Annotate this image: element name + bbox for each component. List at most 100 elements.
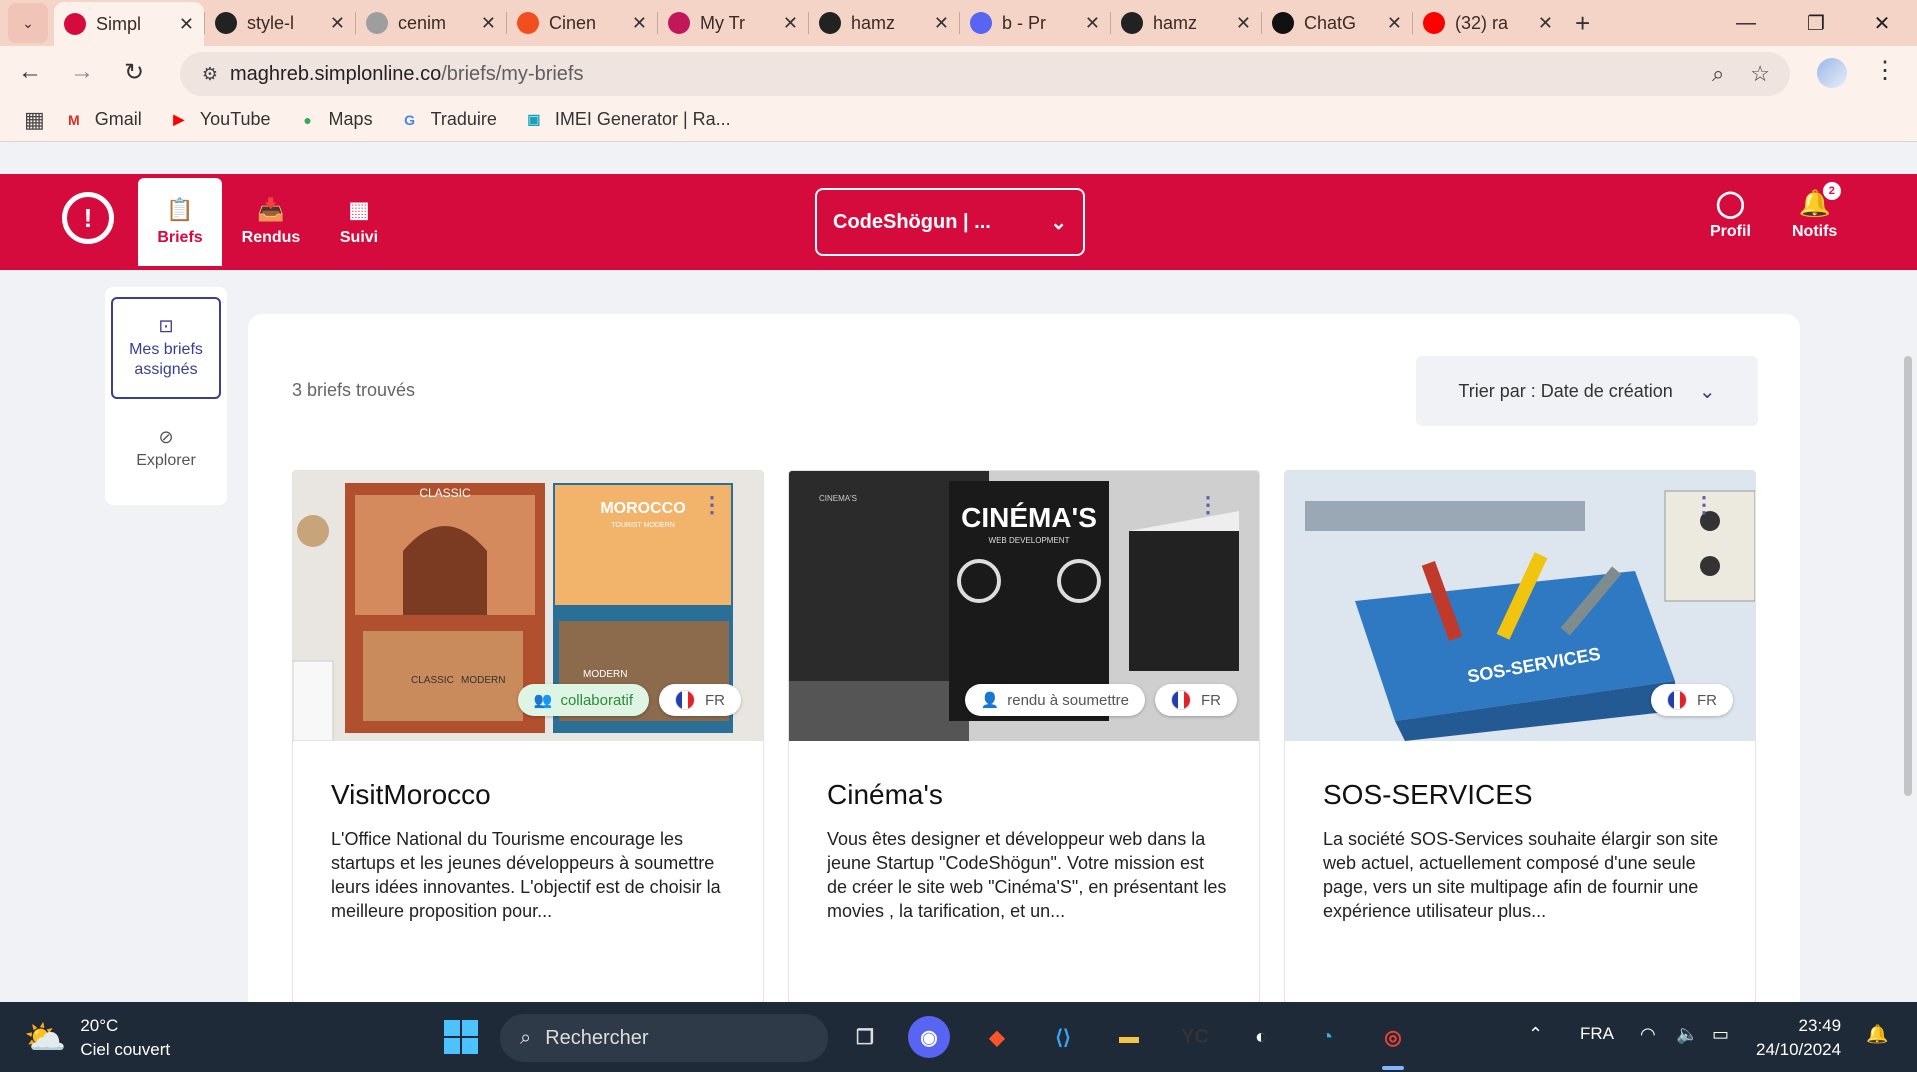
browser-tab[interactable]: b - Pr ✕ <box>960 3 1110 43</box>
brief-card[interactable]: CLASSIC CLASSIC MODERN MOROCCO TOURIST M… <box>292 470 764 1004</box>
address-bar[interactable]: ⚙ maghreb.simplonline.co/briefs/my-brief… <box>180 52 1790 96</box>
browser-tab[interactable]: style-l ✕ <box>205 3 355 43</box>
github-icon[interactable]: ◐ <box>1240 1016 1282 1058</box>
user-icon: 👤 <box>980 692 1000 709</box>
close-tab-icon[interactable]: ✕ <box>1538 13 1553 34</box>
zoom-icon[interactable]: ⌕ <box>1712 61 1724 87</box>
language-label: FR <box>1201 691 1221 709</box>
chrome-icon[interactable]: ◎ <box>1372 1016 1414 1058</box>
close-tab-icon[interactable]: ✕ <box>481 13 496 34</box>
close-tab-icon[interactable]: ✕ <box>632 13 647 34</box>
wifi-icon[interactable]: ◠ <box>1640 1024 1656 1045</box>
card-menu-icon[interactable]: ⋮ <box>701 494 723 516</box>
windows-taskbar: ⛅ 20°C Ciel couvert ⌕ Rechercher ❐ ◉ ◆ ⟨… <box>0 1002 1917 1072</box>
vscode-icon[interactable]: ⟨⟩ <box>1042 1016 1084 1058</box>
nav-rendus[interactable]: 📥 Rendus <box>229 178 313 266</box>
notification-count-badge: 2 <box>1822 182 1841 200</box>
brief-card[interactable]: CINEMA'S CINÉMA'S WEB DEVELOPMENT ⋮ 👤 re… <box>788 470 1260 1004</box>
minimize-button[interactable]: — <box>1716 0 1776 46</box>
back-button[interactable]: ← <box>8 50 52 94</box>
close-tab-icon[interactable]: ✕ <box>1387 13 1402 34</box>
volume-icon[interactable]: 🔈 <box>1676 1024 1698 1045</box>
tab-search-button[interactable]: ⌄ <box>8 3 48 43</box>
svg-text:MOROCCO: MOROCCO <box>600 500 685 517</box>
card-tags: 👥 collaboratif FR <box>517 684 741 716</box>
bookmark-item[interactable]: ▶ YouTube <box>168 109 270 130</box>
browser-tab[interactable]: Simpl ✕ <box>54 2 204 46</box>
input-language[interactable]: FRA <box>1580 1024 1614 1044</box>
notifications-button[interactable]: 🔔 2 Notifs <box>1792 182 1841 241</box>
page-scrollbar[interactable] <box>1904 356 1912 796</box>
brave-icon[interactable]: ◆ <box>976 1016 1018 1058</box>
yc-app-icon[interactable]: YC <box>1174 1016 1216 1058</box>
sidebar-item-assigned[interactable]: ⊡ Mes briefs assignés <box>111 297 221 399</box>
promo-selector[interactable]: CodeShögun | ... ⌄ <box>815 188 1085 256</box>
url-text[interactable]: maghreb.simplonline.co/briefs/my-briefs <box>230 63 583 86</box>
discord-icon[interactable]: ◉ <box>908 1016 950 1058</box>
bookmark-item[interactable]: ▣ IMEI Generator | Ra... <box>523 109 731 130</box>
github-icon <box>215 12 237 34</box>
figma-icon <box>517 12 539 34</box>
close-window-button[interactable]: ✕ <box>1852 0 1912 46</box>
edge-icon[interactable]: ◔ <box>1306 1016 1348 1058</box>
bookmark-icon: ▶ <box>173 111 185 127</box>
svg-text:TOURIST MODERN: TOURIST MODERN <box>611 522 675 529</box>
browser-tab[interactable]: cenim ✕ <box>356 3 506 43</box>
new-tab-button[interactable]: + <box>1575 8 1590 39</box>
profile-avatar[interactable] <box>1817 58 1847 88</box>
simplon-logo[interactable]: ! <box>62 192 114 244</box>
browser-menu-icon[interactable]: ⋮ <box>1873 56 1897 85</box>
forward-button[interactable]: → <box>60 50 104 94</box>
brief-card[interactable]: SOS-SERVICES ⋮ FR SOS-SERVICES La sociét… <box>1284 470 1756 1004</box>
close-tab-icon[interactable]: ✕ <box>330 13 345 34</box>
sort-dropdown[interactable]: Trier par : Date de création ⌄ <box>1416 356 1758 426</box>
system-clock[interactable]: 23:49 24/10/2024 <box>1756 1014 1841 1062</box>
close-tab-icon[interactable]: ✕ <box>179 14 194 35</box>
close-tab-icon[interactable]: ✕ <box>1085 13 1100 34</box>
nav-briefs[interactable]: 📋 Briefs <box>138 178 222 266</box>
language-label: FR <box>1697 691 1717 709</box>
browser-tab[interactable]: ChatG ✕ <box>1262 3 1412 43</box>
close-tab-icon[interactable]: ✕ <box>783 13 798 34</box>
brief-title[interactable]: SOS-SERVICES <box>1323 779 1533 811</box>
card-menu-icon[interactable]: ⋮ <box>1693 494 1715 516</box>
sidebar-item-explore[interactable]: ⊘ Explorer <box>111 427 221 471</box>
bookmark-item[interactable]: M Gmail <box>63 109 142 130</box>
notification-bell-icon[interactable]: 🔔 <box>1866 1024 1888 1045</box>
weather-widget[interactable]: ⛅ 20°C Ciel couvert <box>24 1014 170 1062</box>
weather-condition: Ciel couvert <box>80 1040 171 1059</box>
brief-title[interactable]: Cinéma's <box>827 779 943 811</box>
close-tab-icon[interactable]: ✕ <box>1236 13 1251 34</box>
browser-tab[interactable]: My Tr ✕ <box>658 3 808 43</box>
globe-icon <box>366 12 388 34</box>
language-badge: FR <box>659 684 741 716</box>
card-menu-icon[interactable]: ⋮ <box>1197 494 1219 516</box>
bell-icon: 🔔 2 <box>1798 182 1841 219</box>
browser-tab[interactable]: Cinen ✕ <box>507 3 657 43</box>
clock-time: 23:49 <box>1798 1016 1842 1035</box>
bookmark-item[interactable]: ● Maps <box>297 109 372 130</box>
profile-button[interactable]: ◯ Profil <box>1710 188 1751 241</box>
bookmark-label: IMEI Generator | Ra... <box>554 109 731 129</box>
browser-tab[interactable]: hamz ✕ <box>809 3 959 43</box>
browser-tab[interactable]: (32) ra ✕ <box>1413 3 1563 43</box>
taskbar-search[interactable]: ⌕ Rechercher <box>500 1014 828 1062</box>
task-view-icon[interactable]: ❐ <box>844 1016 886 1058</box>
reload-button[interactable]: ↻ <box>112 50 156 94</box>
browser-tab[interactable]: hamz ✕ <box>1111 3 1261 43</box>
bookmark-star-icon[interactable]: ☆ <box>1750 61 1770 87</box>
file-explorer-icon[interactable]: ▬ <box>1108 1016 1150 1058</box>
close-tab-icon[interactable]: ✕ <box>934 13 949 34</box>
language-label: FR <box>705 691 725 709</box>
battery-icon[interactable]: ▭ <box>1712 1024 1729 1045</box>
bookmark-item[interactable]: G Traduire <box>399 109 497 130</box>
nav-rendus-label: Rendus <box>241 229 301 246</box>
tray-overflow-icon[interactable]: ⌃ <box>1528 1024 1543 1045</box>
apps-grid-icon[interactable]: ▦ <box>24 107 45 133</box>
nav-suivi[interactable]: ▦ Suivi <box>317 178 401 266</box>
windows-start-icon[interactable] <box>444 1020 478 1054</box>
restore-button[interactable]: ❐ <box>1786 0 1846 46</box>
site-info-icon[interactable]: ⚙ <box>190 64 230 85</box>
brief-title[interactable]: VisitMorocco <box>331 779 491 811</box>
results-count: 3 briefs trouvés <box>292 380 416 400</box>
